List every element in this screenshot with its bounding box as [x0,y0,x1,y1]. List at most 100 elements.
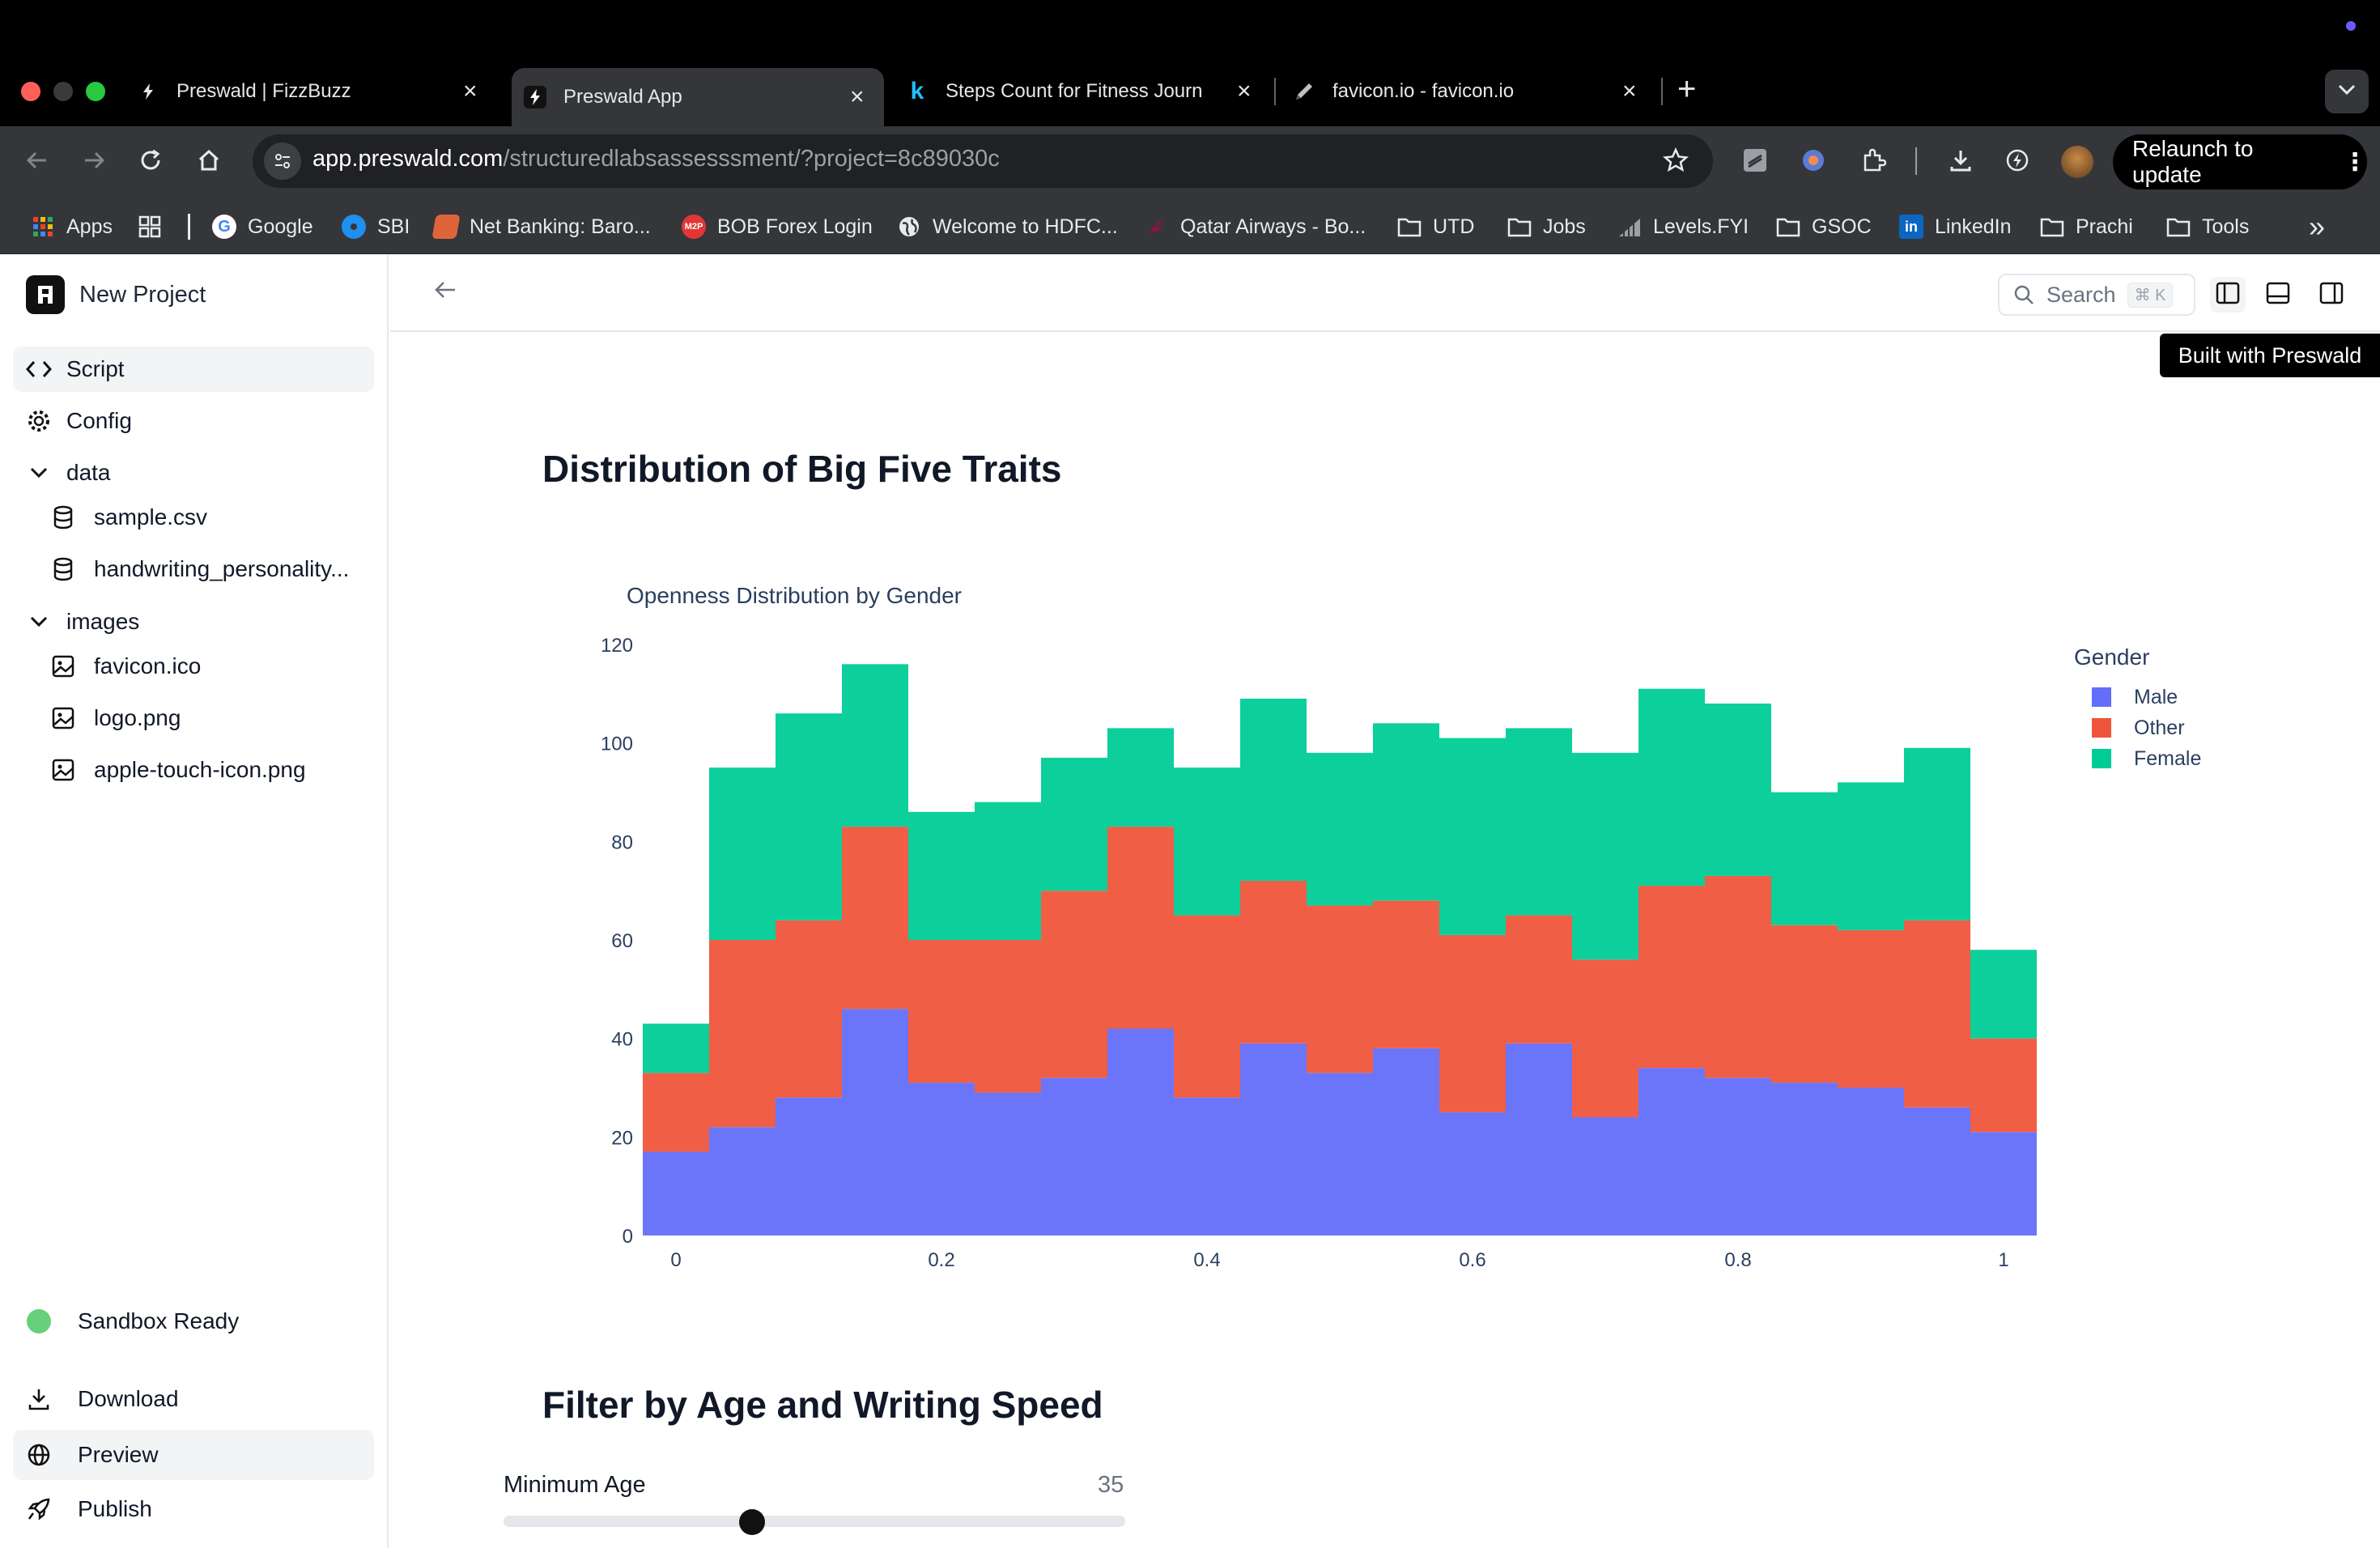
bar-male[interactable] [643,1151,709,1235]
bar-female[interactable] [1174,768,1240,916]
preview-button[interactable]: Preview [13,1430,374,1480]
min-age-slider-track[interactable] [504,1516,1125,1527]
bookmark-qatar[interactable]: Qatar Airways - Bo... [1145,212,1366,241]
bar-other[interactable] [1439,934,1506,1112]
sidebar-item-config[interactable]: Config [13,398,374,444]
home-icon[interactable] [191,142,227,178]
bar-other[interactable] [1240,881,1307,1044]
forward-arrow-icon[interactable] [76,142,112,178]
bar-male[interactable] [1771,1082,1838,1235]
min-age-slider-thumb[interactable] [739,1509,766,1535]
bar-female[interactable] [1041,757,1107,891]
bar-other[interactable] [709,940,776,1128]
search-button[interactable]: Search ⌘ K [1998,274,2195,316]
new-tab-button[interactable]: + [1677,71,1696,108]
histogram-chart[interactable]: 0 20 40 60 80 100 120 0 0.2 0.4 0.6 0.8 1 [567,567,2250,1295]
sidebar-folder-data[interactable]: data [13,450,374,495]
relaunch-button[interactable]: Relaunch to update ⋮ [2113,134,2367,189]
window-close-button[interactable] [21,82,40,101]
back-arrow-icon[interactable] [19,142,55,178]
tab-steps-count[interactable]: k Steps Count for Fitness Journ × [905,68,1261,115]
bar-other[interactable] [643,1073,709,1152]
bookmark-star-icon[interactable] [1658,142,1694,178]
bar-other[interactable] [842,827,908,1010]
bar-female[interactable] [643,1023,709,1074]
bar-female[interactable] [1506,728,1572,916]
bar-male[interactable] [1041,1078,1107,1235]
bar-female[interactable] [975,802,1041,940]
tab-search-button[interactable] [2325,70,2369,113]
tab-favicon-io[interactable]: favicon.io - favicon.io × [1292,68,1648,115]
window-minimize-button[interactable] [53,82,73,101]
bar-female[interactable] [1638,688,1705,887]
bookmark-google[interactable]: G Google [212,212,313,241]
publish-button[interactable]: Publish [13,1486,374,1532]
bar-male[interactable] [908,1082,975,1235]
bookmark-tab-groups[interactable] [138,212,173,241]
bar-male[interactable] [709,1127,776,1235]
bar-other[interactable] [1373,900,1439,1048]
bar-male[interactable] [842,1009,908,1235]
bar-female[interactable] [1439,738,1506,935]
url-text[interactable]: app.preswald.com/structuredlabsassesssme… [312,146,1000,172]
project-brand[interactable]: New Project [26,275,206,314]
back-button[interactable] [431,277,460,306]
preswald-extension-icon[interactable] [1737,142,1773,178]
bookmark-sbi[interactable]: SBI [342,212,410,241]
avatar[interactable] [2061,146,2093,178]
bar-male[interactable] [1572,1117,1638,1235]
close-icon[interactable]: × [1622,78,1637,105]
sidebar-folder-images[interactable]: images [13,599,374,644]
bar-female[interactable] [842,664,908,827]
close-icon[interactable]: × [850,83,865,111]
bar-female[interactable] [1838,782,1904,930]
bar-male[interactable] [776,1097,842,1235]
bar-female[interactable] [1240,698,1307,881]
bar-male[interactable] [1240,1043,1307,1235]
download-button[interactable]: Download [13,1376,374,1422]
color-extension-icon[interactable] [1796,142,1831,178]
bottom-panel-button[interactable] [2260,277,2296,313]
bar-male[interactable] [1904,1107,1970,1235]
bar-female[interactable] [709,768,776,940]
sidebar-file-favicon[interactable]: favicon.ico [50,646,201,687]
bar-other[interactable] [1307,905,1373,1074]
bar-other[interactable] [1107,827,1174,1029]
bookmark-net-banking[interactable]: Net Banking: Baro... [431,212,651,241]
bookmark-folder-gsoc[interactable]: GSOC [1776,212,1872,241]
bar-other[interactable] [1041,891,1107,1078]
bar-female[interactable] [776,713,842,921]
bookmark-levels-fyi[interactable]: Levels.FYI [1617,212,1749,241]
bar-male[interactable] [1373,1048,1439,1235]
bar-female[interactable] [1705,704,1771,876]
more-vertical-icon[interactable]: ⋮ [2343,148,2367,176]
bar-female[interactable] [908,811,975,940]
right-panel-button[interactable] [2314,277,2349,313]
close-icon[interactable]: × [463,78,478,105]
bar-male[interactable] [1174,1097,1240,1235]
bookmark-folder-jobs[interactable]: Jobs [1507,212,1586,241]
bar-male[interactable] [1506,1043,1572,1235]
bar-male[interactable] [1638,1068,1705,1235]
bar-other[interactable] [975,940,1041,1093]
tab-preswald-app[interactable]: Preswald App × [512,68,884,126]
window-zoom-button[interactable] [86,82,105,101]
bar-male[interactable] [1439,1112,1506,1235]
bookmark-linkedin[interactable]: in LinkedIn [1899,212,2012,241]
bookmark-folder-prachi[interactable]: Prachi [2040,212,2133,241]
sidebar-file-apple-touch-icon[interactable]: apple-touch-icon.png [50,750,306,790]
bar-other[interactable] [1572,959,1638,1117]
bar-male[interactable] [1970,1132,2037,1235]
performance-icon[interactable] [2000,142,2035,178]
bar-female[interactable] [1771,792,1838,925]
bookmark-bob-forex[interactable]: M2P BOB Forex Login [682,212,873,241]
reload-icon[interactable] [133,142,168,178]
tab-preswald-fizzbuzz[interactable]: Preswald | FizzBuzz × [136,68,500,115]
bar-male[interactable] [975,1092,1041,1235]
bar-male[interactable] [1307,1073,1373,1235]
legend-item-female[interactable]: Female [2074,743,2201,774]
bar-other[interactable] [1705,875,1771,1078]
bar-female[interactable] [1107,728,1174,827]
built-with-preswald-badge[interactable]: Built with Preswald [2160,334,2380,377]
bar-other[interactable] [1904,920,1970,1108]
